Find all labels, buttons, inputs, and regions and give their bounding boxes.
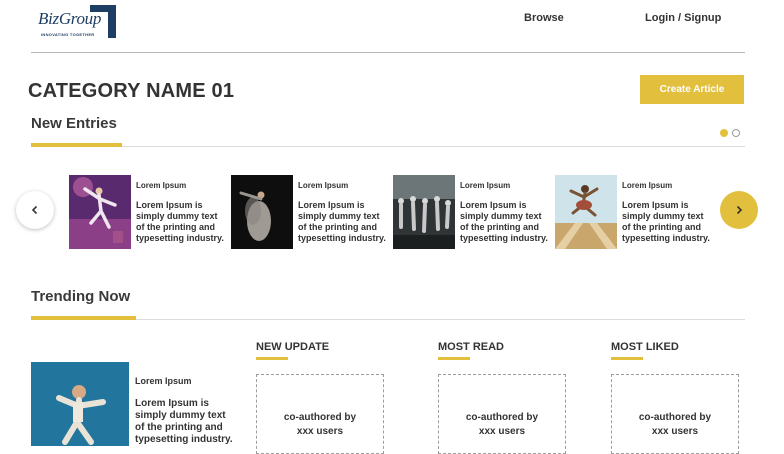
coauthor-line: co-authored by [465, 412, 539, 423]
most-read-placeholder[interactable]: co-authored by xxx users [438, 374, 566, 454]
dancer-dark-photo [231, 175, 293, 249]
nav-browse-link[interactable]: Browse [524, 12, 564, 24]
category-title: CATEGORY NAME 01 [28, 80, 235, 102]
coauthor-line: co-authored by [638, 412, 712, 423]
trending-accent-bar [31, 316, 136, 320]
dancer-blue-photo[interactable] [31, 362, 129, 446]
logo-tagline: INNOVATING TOGETHER [41, 32, 95, 37]
entry-card[interactable]: Lorem Ipsum Lorem Ipsum is simply dummy … [393, 175, 553, 249]
coauthor-count: xxx users [478, 426, 526, 437]
logo-text: BizGroup [38, 9, 102, 28]
new-entries-accent-bar [31, 143, 122, 147]
entry-card[interactable]: Lorem Ipsum Lorem Ipsum is simply dummy … [555, 175, 715, 249]
entry-card-description: Lorem Ipsum is simply dummy text of the … [298, 200, 386, 243]
chevron-left-icon [31, 205, 38, 215]
entry-card-description: Lorem Ipsum is simply dummy text of the … [460, 200, 548, 243]
entry-card[interactable]: Lorem Ipsum Lorem Ipsum is simply dummy … [231, 175, 391, 249]
create-article-button[interactable]: Create Article [640, 75, 744, 104]
entry-card-label: Lorem Ipsum [136, 181, 187, 190]
entry-card[interactable]: Lorem Ipsum Lorem Ipsum is simply dummy … [69, 175, 229, 249]
new-update-accent-bar [256, 357, 288, 360]
trending-divider [31, 319, 745, 320]
dancer-jump-photo [555, 175, 617, 249]
new-update-placeholder[interactable]: co-authored by xxx users [256, 374, 384, 454]
dancer-purple-photo [69, 175, 131, 249]
placeholder-text: co-authored by xxx users [257, 411, 383, 439]
most-liked-placeholder[interactable]: co-authored by xxx users [611, 374, 739, 454]
entry-card-label: Lorem Ipsum [298, 181, 349, 190]
trending-feature-description: Lorem Ipsum is simply dummy text of the … [135, 398, 233, 445]
entry-card-description: Lorem Ipsum is simply dummy text of the … [136, 200, 224, 243]
carousel-prev-button[interactable] [16, 191, 54, 229]
new-entries-divider [31, 146, 745, 147]
most-read-heading: MOST READ [438, 341, 504, 353]
coauthor-count: xxx users [651, 426, 699, 437]
new-entries-heading: New Entries [31, 115, 117, 132]
new-update-heading: NEW UPDATE [256, 341, 330, 353]
carousel-next-button[interactable] [720, 191, 758, 229]
entry-card-description: Lorem Ipsum is simply dummy text of the … [622, 200, 710, 243]
trending-feature-label: Lorem Ipsum [135, 376, 192, 386]
placeholder-text: co-authored by xxx users [612, 411, 738, 439]
entry-card-label: Lorem Ipsum [622, 181, 673, 190]
entry-card-label: Lorem Ipsum [460, 181, 511, 190]
coauthor-line: co-authored by [283, 412, 357, 423]
header-divider [31, 52, 745, 53]
biz-group-logo[interactable]: BizGroup INNOVATING TOGETHER [38, 5, 116, 39]
trending-now-heading: Trending Now [31, 288, 131, 305]
most-liked-heading: MOST LIKED [611, 341, 679, 353]
carousel-dot[interactable] [732, 129, 740, 137]
nav-login-signup-link[interactable]: Login / Signup [645, 12, 721, 24]
placeholder-text: co-authored by xxx users [439, 411, 565, 439]
carousel-dot-active[interactable] [720, 129, 728, 137]
most-read-accent-bar [438, 357, 470, 360]
chevron-right-icon [736, 205, 743, 215]
dance-group-photo [393, 175, 455, 249]
coauthor-count: xxx users [296, 426, 344, 437]
most-liked-accent-bar [611, 357, 643, 360]
